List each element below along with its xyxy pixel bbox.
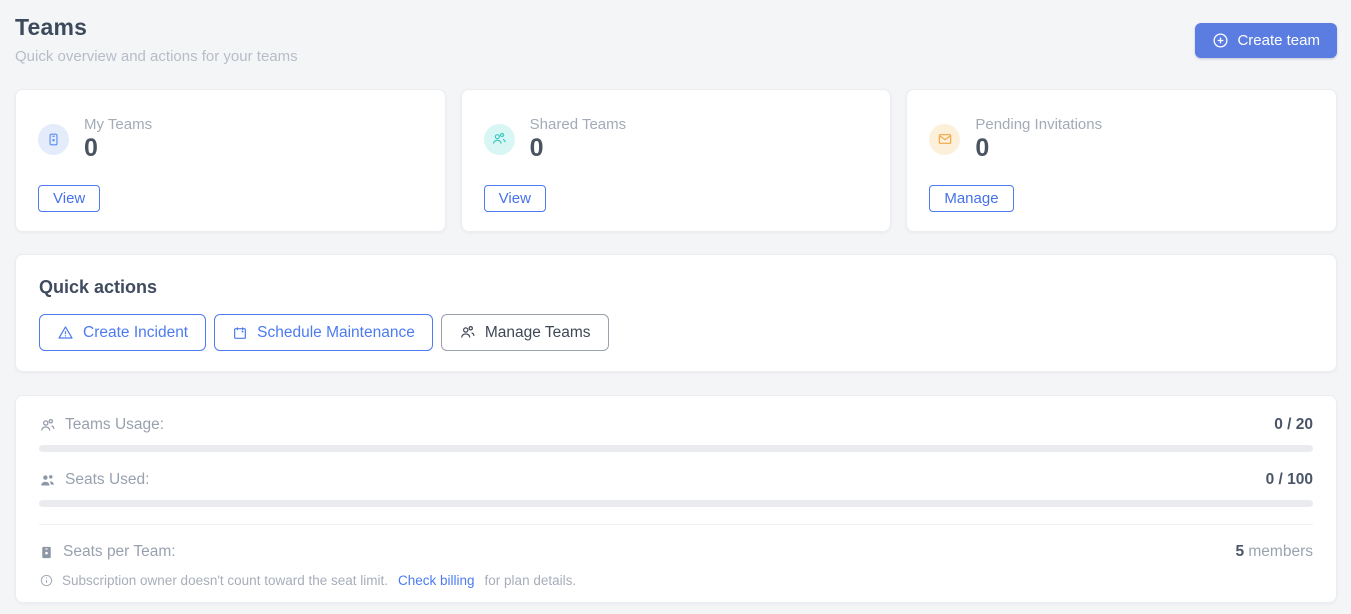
seats-used-label: Seats Used:: [65, 471, 149, 489]
seats-per-team-value: 5 members: [1235, 543, 1313, 561]
page-subtitle: Quick overview and actions for your team…: [15, 48, 298, 65]
quick-actions-heading: Quick actions: [39, 277, 1313, 298]
id-badge-icon: [39, 545, 54, 560]
warning-icon: [57, 324, 74, 341]
teams-page: Teams Quick overview and actions for you…: [0, 0, 1351, 603]
schedule-maintenance-button[interactable]: Schedule Maintenance: [214, 314, 433, 351]
seats-per-team-label: Seats per Team:: [63, 543, 176, 561]
create-team-button[interactable]: Create team: [1195, 23, 1337, 58]
team-icon: [484, 124, 515, 155]
seats-used-value: 0 / 100: [1266, 471, 1313, 489]
stat-card-pending-invitations: Pending Invitations 0 Manage: [906, 89, 1337, 232]
view-shared-teams-button[interactable]: View: [484, 185, 546, 212]
stat-label: Shared Teams: [530, 116, 626, 133]
id-badge-icon: [38, 124, 69, 155]
usage-panel: Teams Usage: 0 / 20 Seats Used: 0 / 100: [15, 395, 1337, 603]
create-incident-button[interactable]: Create Incident: [39, 314, 206, 351]
page-title: Teams: [15, 14, 298, 41]
check-billing-link[interactable]: Check billing: [398, 573, 475, 588]
teams-usage-label: Teams Usage:: [65, 416, 164, 434]
manage-teams-button[interactable]: Manage Teams: [441, 314, 609, 351]
plus-circle-icon: [1212, 32, 1229, 49]
members-unit: members: [1248, 543, 1313, 560]
calendar-icon: [232, 325, 248, 341]
seats-used-row: Seats Used: 0 / 100: [39, 471, 1313, 489]
seat-limit-note: Subscription owner doesn't count toward …: [39, 573, 1313, 588]
page-header: Teams Quick overview and actions for you…: [15, 14, 1337, 65]
view-my-teams-button[interactable]: View: [38, 185, 100, 212]
team-icon: [459, 324, 476, 341]
teams-usage-value: 0 / 20: [1274, 416, 1313, 434]
header-text: Teams Quick overview and actions for you…: [15, 14, 298, 65]
teams-usage-progressbar: [39, 445, 1313, 452]
stat-card-my-teams: My Teams 0 View: [15, 89, 446, 232]
stat-cards-row: My Teams 0 View Shared Teams 0 Vi: [15, 89, 1337, 232]
seats-used-progressbar: [39, 500, 1313, 507]
stat-value: 0: [975, 135, 1102, 163]
mail-icon: [929, 124, 960, 155]
people-filled-icon: [39, 472, 56, 489]
stat-card-shared-teams: Shared Teams 0 View: [461, 89, 892, 232]
note-text: Subscription owner doesn't count toward …: [62, 573, 388, 588]
seats-per-team-row: Seats per Team: 5 members: [39, 543, 1313, 561]
stat-label: Pending Invitations: [975, 116, 1102, 133]
note-suffix: for plan details.: [485, 573, 577, 588]
quick-actions-panel: Quick actions Create Incident Schedule M…: [15, 254, 1337, 372]
stat-value: 0: [530, 135, 626, 163]
team-outline-icon: [39, 417, 56, 434]
info-icon: [39, 573, 54, 588]
create-team-label: Create team: [1237, 32, 1320, 49]
teams-usage-row: Teams Usage: 0 / 20: [39, 416, 1313, 434]
stat-label: My Teams: [84, 116, 152, 133]
stat-value: 0: [84, 135, 152, 163]
divider: [39, 524, 1313, 525]
manage-invitations-button[interactable]: Manage: [929, 185, 1013, 212]
